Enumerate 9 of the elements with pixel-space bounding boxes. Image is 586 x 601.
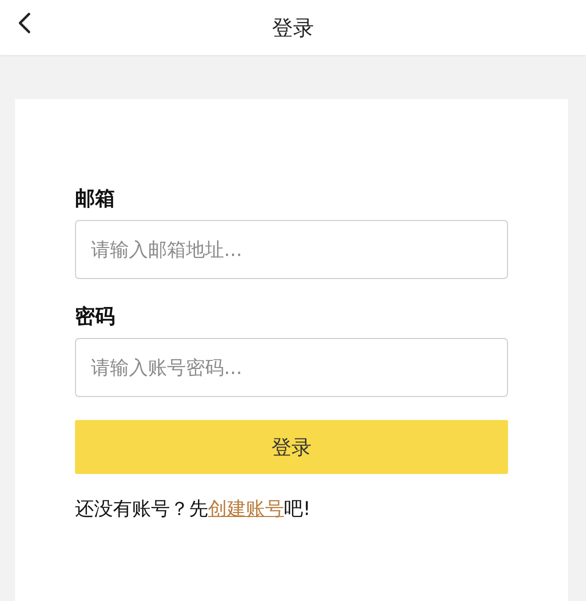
- back-chevron-icon: [17, 12, 31, 34]
- signup-prompt: 还没有账号？先创建账号吧!: [75, 497, 312, 522]
- login-button[interactable]: 登录: [75, 420, 508, 474]
- field-label: 邮箱: [75, 185, 115, 212]
- input-field[interactable]: 请输入账号密码...: [75, 338, 508, 397]
- field-label: 密码: [75, 303, 115, 330]
- input-field[interactable]: 请输入邮箱地址...: [75, 220, 508, 279]
- page-title: 登录: [272, 14, 314, 42]
- create-account-link[interactable]: 创建账号: [208, 498, 284, 520]
